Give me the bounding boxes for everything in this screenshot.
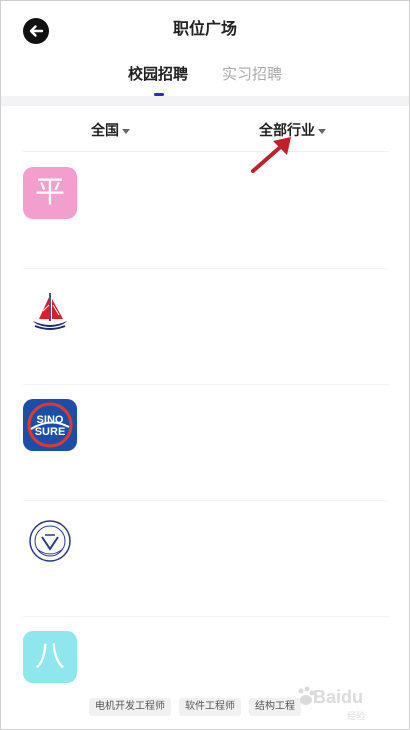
tab-internship-recruitment[interactable]: 实习招聘 [222, 63, 282, 84]
sailboat-logo-icon [23, 283, 77, 335]
tab-campus-recruitment[interactable]: 校园招聘 [128, 63, 188, 84]
logo-text-line1: SINO [37, 414, 64, 426]
page-title: 职位广场 [172, 19, 237, 38]
ba-logo-icon: 八 [23, 631, 77, 683]
sinosure-logo-icon: SINO SURE [23, 399, 77, 451]
region-filter-label: 全国 [91, 123, 119, 139]
logo-text-line2: SURE [35, 426, 66, 438]
caret-down-icon [122, 128, 130, 134]
header: 职位广场 校园招聘 实习招聘 [1, 1, 409, 96]
app-screen: 职位广场 校园招聘 实习招聘 全国 全部行业 平 SINO SURE 八 电机开… [0, 0, 410, 730]
job-tag: 软件工程师 [179, 698, 241, 716]
list-item[interactable]: SINO SURE [1, 385, 409, 501]
list-item[interactable] [1, 269, 409, 385]
logo-text: 平 [35, 175, 65, 210]
baidu-watermark: Baidu 经验 [298, 673, 409, 723]
region-filter-dropdown[interactable]: 全国 [91, 120, 130, 140]
watermark-text: Baidu [313, 687, 364, 707]
job-tags: 电机开发工程师 软件工程师 结构工程 [89, 694, 309, 716]
job-tag: 结构工程 [249, 698, 301, 716]
caret-down-icon [318, 128, 326, 134]
ping-logo-icon: 平 [23, 167, 77, 219]
list-item[interactable] [1, 501, 409, 617]
watermark-subtext: 经验 [347, 712, 366, 722]
university-emblem-icon [23, 515, 77, 567]
logo-text: 八 [35, 639, 65, 674]
filter-bar: 全国 全部行业 [1, 106, 409, 152]
job-tag: 电机开发工程师 [89, 698, 171, 716]
section-divider [1, 96, 409, 106]
list-item[interactable]: 平 [1, 152, 409, 268]
